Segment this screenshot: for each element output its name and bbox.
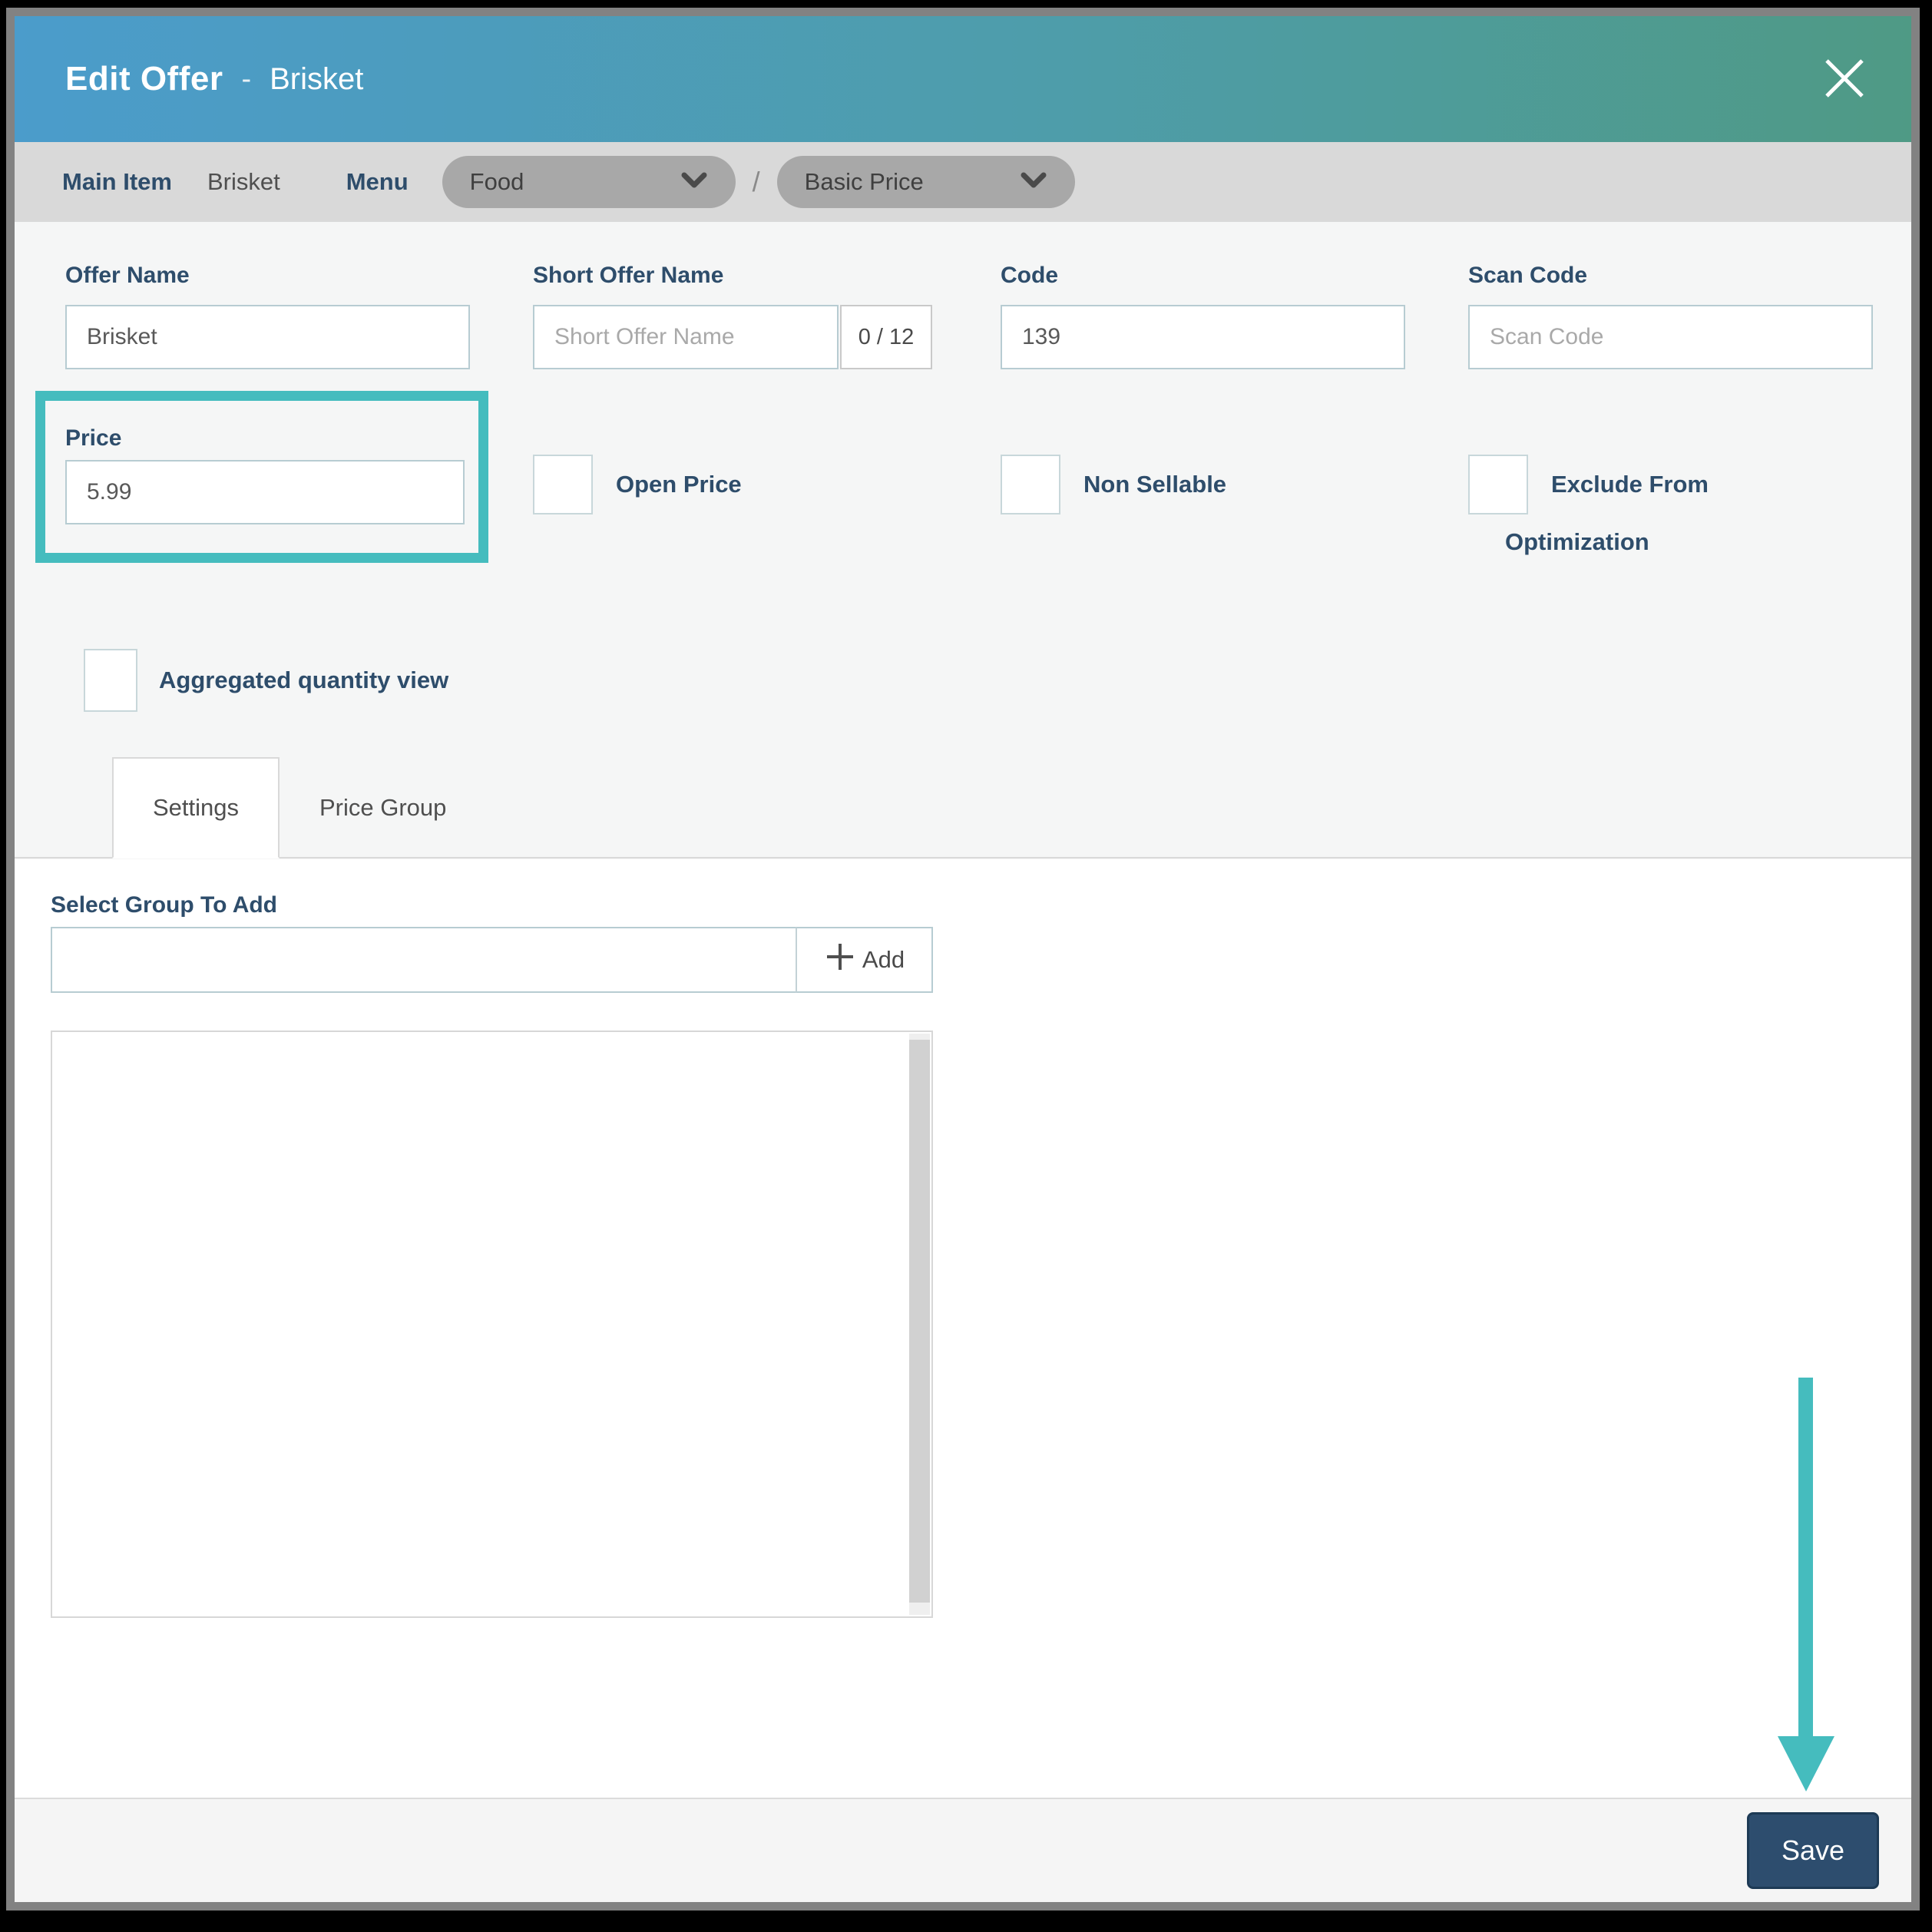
offer-form: Offer Name Short Offer Name 0 / 12 Code … (15, 222, 1911, 859)
menu-dropdown[interactable]: Food (442, 156, 736, 208)
context-bar: Main Item Brisket Menu Food / Basic Pric… (15, 142, 1911, 222)
short-offer-name-input[interactable] (533, 305, 839, 369)
dialog-footer: Save (15, 1798, 1911, 1902)
select-group-label: Select Group To Add (51, 890, 1911, 921)
x-icon (1821, 55, 1868, 104)
non-sellable-checkbox[interactable] (1001, 455, 1060, 514)
add-group-button[interactable]: Add (796, 927, 933, 993)
select-group-input[interactable] (51, 927, 797, 993)
chevron-down-icon (680, 168, 708, 196)
scan-code-field-group: Scan Code (1468, 260, 1873, 369)
menu-path-separator: / (753, 166, 760, 198)
add-button-label: Add (862, 946, 905, 974)
code-input[interactable] (1001, 305, 1405, 369)
exclude-optimization-field-group: Exclude From Optimization (1468, 423, 1873, 572)
price-field-group: Price (65, 423, 470, 572)
menu-label: Menu (346, 168, 409, 196)
aggregated-quantity-view-label: Aggregated quantity view (159, 667, 448, 694)
price-label: Price (65, 423, 470, 454)
code-label: Code (1001, 260, 1405, 291)
settings-tab-panel: Select Group To Add Add (15, 859, 1911, 1798)
offer-name-field-group: Offer Name (65, 260, 470, 369)
price-input[interactable] (65, 460, 465, 524)
open-price-label: Open Price (616, 471, 742, 498)
exclude-from-optimization-checkbox[interactable] (1468, 455, 1528, 514)
exclude-from-optimization-label-line1: Exclude From (1551, 471, 1709, 498)
aggregated-quantity-row: Aggregated quantity view (84, 649, 1881, 712)
menu-dropdown-value: Food (470, 168, 524, 196)
close-button[interactable] (1818, 52, 1871, 106)
dialog-title: Edit Offer (65, 60, 223, 98)
main-item-label: Main Item (62, 168, 172, 196)
group-list-scrollbar-thumb[interactable] (909, 1040, 930, 1603)
group-list-scrollbar-track[interactable] (909, 1034, 930, 1615)
offer-name-label: Offer Name (65, 260, 470, 291)
form-row-1: Offer Name Short Offer Name 0 / 12 Code … (65, 260, 1881, 369)
scan-code-label: Scan Code (1468, 260, 1873, 291)
offer-name-input[interactable] (65, 305, 470, 369)
save-button[interactable]: Save (1747, 1812, 1879, 1889)
open-price-checkbox[interactable] (533, 455, 593, 514)
form-row-2: Price Open Price Non Sellable Exclude Fr… (65, 423, 1881, 572)
group-list[interactable] (51, 1031, 933, 1618)
plus-icon (824, 941, 856, 979)
chevron-down-icon (1020, 168, 1047, 196)
edit-offer-dialog: Edit Offer - Brisket Main Item Brisket M… (6, 8, 1920, 1910)
main-item-value: Brisket (207, 168, 280, 196)
tab-settings[interactable]: Settings (112, 757, 280, 858)
non-sellable-field-group: Non Sellable (1001, 423, 1405, 572)
dialog-title-separator: - (241, 63, 251, 96)
aggregated-quantity-view-checkbox[interactable] (84, 649, 137, 712)
code-field-group: Code (1001, 260, 1405, 369)
non-sellable-label: Non Sellable (1083, 471, 1226, 498)
tab-bar: Settings Price Group (15, 757, 1911, 858)
dialog-header: Edit Offer - Brisket (15, 16, 1911, 142)
short-offer-name-label: Short Offer Name (533, 260, 938, 291)
submenu-dropdown[interactable]: Basic Price (777, 156, 1075, 208)
exclude-from-optimization-label-line2: Optimization (1505, 528, 1873, 556)
dialog-item-name: Brisket (270, 62, 363, 97)
char-counter: 0 / 12 (840, 305, 932, 369)
select-group-row: Add (51, 927, 933, 993)
submenu-dropdown-value: Basic Price (805, 168, 924, 196)
scan-code-input[interactable] (1468, 305, 1873, 369)
short-offer-name-field-group: Short Offer Name 0 / 12 (533, 260, 938, 369)
open-price-field-group: Open Price (533, 423, 938, 572)
tab-price-group[interactable]: Price Group (280, 759, 486, 857)
